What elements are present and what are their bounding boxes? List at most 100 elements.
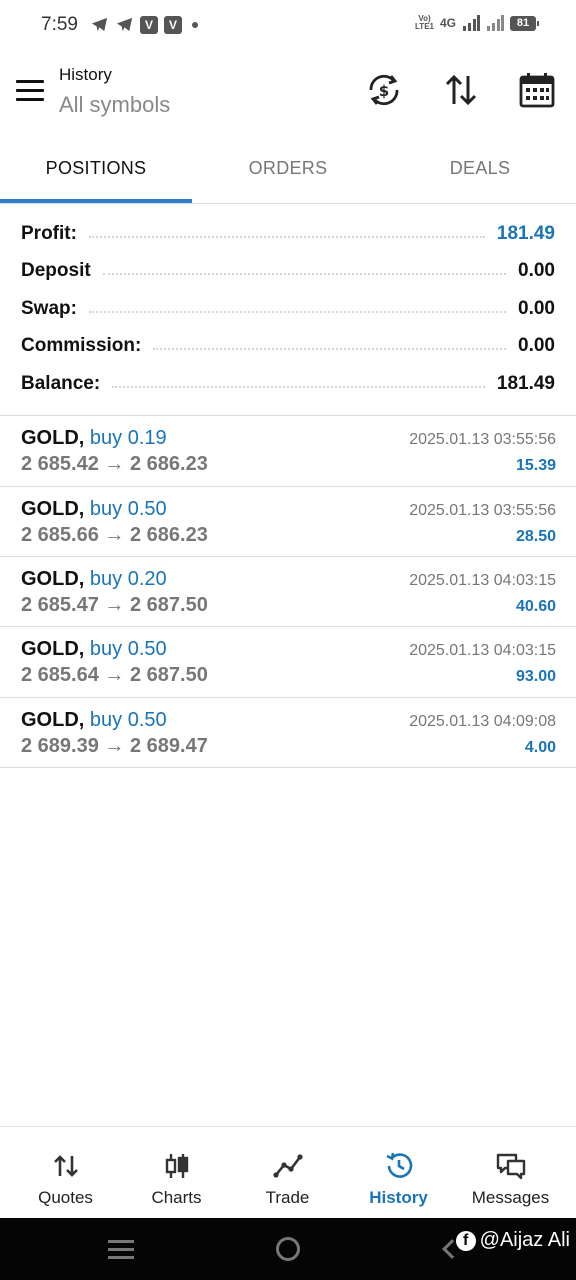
- symbol-name: GOLD,: [21, 498, 85, 520]
- position-profit: 40.60: [515, 598, 556, 615]
- arrow-icon: →: [104, 735, 125, 757]
- dotted-leader: [88, 310, 507, 313]
- summary-label: Swap:: [21, 297, 77, 319]
- arrow-icon: →: [104, 453, 125, 475]
- summary-label: Balance:: [21, 372, 101, 394]
- history-clock-icon: [385, 1152, 412, 1178]
- notification-icons: V V: [90, 15, 198, 34]
- list-item[interactable]: GOLD, buy 0.20 2 685.47 → 2 687.50 2025.…: [0, 557, 576, 627]
- position-symbol: GOLD, buy 0.50: [21, 709, 167, 732]
- recent-apps-icon[interactable]: [108, 1240, 134, 1260]
- list-item[interactable]: GOLD, buy 0.50 2 685.64 → 2 687.50 2025.…: [0, 627, 576, 697]
- list-item[interactable]: GOLD, buy 0.50 2 685.66 → 2 686.23 2025.…: [0, 487, 576, 557]
- dotted-leader: [88, 235, 485, 238]
- tab-positions[interactable]: POSITIONS: [0, 135, 192, 203]
- position-prices: 2 685.42 → 2 686.23: [21, 453, 208, 476]
- summary-label: Deposit: [21, 260, 91, 282]
- network-type: 4G: [439, 16, 456, 30]
- open-price: 2 689.39: [21, 735, 99, 757]
- position-profit: 4.00: [524, 739, 556, 756]
- position-prices: 2 685.47 → 2 687.50: [21, 594, 208, 617]
- sort-icon[interactable]: [441, 70, 481, 110]
- position-prices: 2 689.39 → 2 689.47: [21, 735, 208, 758]
- summary-row-deposit: Deposit 0.00: [0, 253, 576, 291]
- signal-icon: [463, 15, 480, 31]
- nav-label: Charts: [151, 1188, 202, 1207]
- position-side: buy 0.50: [89, 709, 167, 731]
- tab-bar: POSITIONS ORDERS DEALS: [0, 135, 576, 203]
- tab-deals[interactable]: DEALS: [384, 135, 576, 203]
- battery-icon: 81: [510, 15, 539, 31]
- summary-label: Commission:: [21, 335, 142, 357]
- position-symbol: GOLD, buy 0.50: [21, 638, 167, 661]
- summary-value: 181.49: [496, 372, 555, 394]
- position-time: 2025.01.13 04:09:08: [409, 713, 556, 730]
- symbol-filter[interactable]: All symbols: [59, 92, 170, 118]
- open-price: 2 685.66: [21, 524, 99, 546]
- svg-text:$: $: [379, 82, 389, 100]
- watermark-text: @Aijaz Ali: [479, 1229, 570, 1251]
- close-price: 2 687.50: [129, 594, 208, 616]
- close-price: 2 689.47: [129, 735, 208, 757]
- status-time: 7:59: [41, 14, 78, 35]
- position-side: buy 0.19: [89, 427, 167, 449]
- nav-label: History: [369, 1188, 428, 1207]
- nav-trade[interactable]: Trade: [230, 1127, 345, 1219]
- position-symbol: GOLD, buy 0.19: [21, 427, 167, 450]
- dotted-leader: [112, 385, 485, 388]
- position-symbol: GOLD, buy 0.20: [21, 568, 167, 591]
- list-item[interactable]: GOLD, buy 0.19 2 685.42 → 2 686.23 2025.…: [0, 416, 576, 486]
- position-symbol: GOLD, buy 0.50: [21, 498, 167, 521]
- summary-value: 0.00: [518, 297, 555, 319]
- symbol-name: GOLD,: [21, 709, 85, 731]
- nav-label: Quotes: [38, 1188, 93, 1207]
- facebook-icon: f: [455, 1230, 476, 1251]
- summary-value: 181.49: [496, 222, 555, 244]
- system-navigation-bar: f @Aijaz Ali: [0, 1218, 576, 1280]
- nav-charts[interactable]: Charts: [119, 1127, 234, 1219]
- summary-value: 0.00: [518, 335, 555, 357]
- nav-messages[interactable]: Messages: [453, 1127, 568, 1219]
- position-time: 2025.01.13 04:03:15: [409, 572, 556, 589]
- summary-value: 0.00: [518, 260, 555, 282]
- vpn-app-icon: V: [164, 15, 182, 34]
- calendar-icon[interactable]: [517, 70, 557, 110]
- chat-bubbles-icon: [496, 1153, 525, 1180]
- home-icon[interactable]: [276, 1237, 300, 1261]
- nav-quotes[interactable]: Quotes: [8, 1127, 123, 1219]
- close-price: 2 686.23: [129, 524, 208, 546]
- summary-row-balance: Balance: 181.49: [0, 365, 576, 403]
- open-price: 2 685.47: [21, 594, 99, 616]
- tab-orders[interactable]: ORDERS: [192, 135, 384, 203]
- candlestick-icon: [165, 1154, 188, 1178]
- symbol-name: GOLD,: [21, 568, 85, 590]
- position-prices: 2 685.66 → 2 686.23: [21, 524, 208, 547]
- close-price: 2 686.23: [129, 453, 208, 475]
- position-side: buy 0.20: [89, 568, 167, 590]
- volte-icon: Vo) LTE1: [415, 14, 434, 31]
- symbol-name: GOLD,: [21, 427, 85, 449]
- arrow-icon: →: [104, 664, 125, 686]
- open-price: 2 685.64: [21, 664, 99, 686]
- open-price: 2 685.42: [21, 453, 99, 475]
- status-bar: 7:59 V V Vo) LTE1 4G 81: [0, 0, 576, 50]
- telegram-icon: [116, 17, 133, 32]
- position-profit: 93.00: [515, 668, 556, 685]
- position-side: buy 0.50: [89, 498, 167, 520]
- watermark: f @Aijaz Ali: [455, 1229, 570, 1252]
- system-status-icons: Vo) LTE1 4G 81: [415, 14, 539, 31]
- position-profit: 15.39: [515, 457, 556, 474]
- currency-exchange-icon[interactable]: $: [364, 70, 404, 110]
- list-item[interactable]: GOLD, buy 0.50 2 689.39 → 2 689.47 2025.…: [0, 698, 576, 768]
- dotted-leader: [153, 348, 507, 351]
- position-profit: 28.50: [515, 528, 556, 545]
- telegram-icon: [91, 17, 108, 32]
- divider: [0, 767, 576, 768]
- symbol-name: GOLD,: [21, 638, 85, 660]
- position-time: 2025.01.13 03:55:56: [409, 431, 556, 448]
- more-notifications-dot-icon: [192, 21, 198, 28]
- menu-icon[interactable]: [16, 80, 44, 102]
- nav-history[interactable]: History: [341, 1127, 456, 1219]
- vpn-app-icon: V: [140, 15, 158, 34]
- position-time: 2025.01.13 03:55:56: [409, 502, 556, 519]
